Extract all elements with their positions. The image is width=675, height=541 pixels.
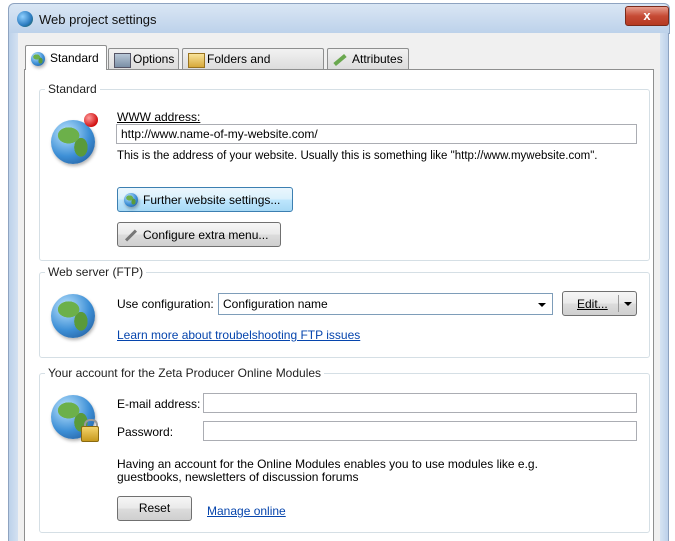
configuration-select[interactable]: Configuration name bbox=[218, 293, 553, 315]
configure-extra-menu-button[interactable]: Configure extra menu... bbox=[117, 222, 281, 247]
account-group-legend: Your account for the Zeta Producer Onlin… bbox=[45, 366, 325, 380]
manage-online-link[interactable]: Manage online bbox=[207, 504, 286, 518]
options-icon bbox=[114, 53, 131, 68]
www-address-hint: This is the address of your website. Usu… bbox=[117, 150, 598, 162]
configure-extra-menu-label: Configure extra menu... bbox=[143, 228, 269, 242]
edit-split-button[interactable]: Edit... bbox=[562, 291, 637, 316]
chevron-down-icon[interactable] bbox=[624, 302, 632, 306]
email-label: E-mail address: bbox=[117, 397, 201, 411]
lock-icon bbox=[81, 426, 99, 442]
tab-options-label: Options bbox=[133, 52, 175, 66]
tab-attributes[interactable]: Attributes bbox=[327, 48, 409, 69]
further-website-settings-button[interactable]: Further website settings... bbox=[117, 187, 293, 212]
globe-icon bbox=[31, 52, 45, 66]
ftp-group-legend: Web server (FTP) bbox=[45, 265, 147, 279]
app-globe-icon bbox=[17, 11, 33, 27]
ftp-troubleshooting-link[interactable]: Learn more about troubelshooting FTP iss… bbox=[117, 328, 360, 342]
tab-options[interactable]: Options bbox=[108, 48, 179, 69]
globe-icon bbox=[124, 193, 138, 207]
configuration-select-value: Configuration name bbox=[223, 297, 328, 311]
tab-folders-and-templates[interactable]: Folders and templates bbox=[182, 48, 324, 87]
split-divider bbox=[618, 295, 619, 312]
edit-button-label: Edit... bbox=[577, 297, 608, 311]
tab-attributes-label: Attributes bbox=[352, 52, 403, 66]
www-address-input[interactable]: http://www.name-of-my-website.com/ bbox=[116, 124, 637, 144]
reset-button[interactable]: Reset bbox=[117, 496, 192, 521]
folders-icon bbox=[188, 53, 205, 68]
window-title: Web project settings bbox=[39, 12, 157, 27]
tab-standard-label: Standard bbox=[50, 51, 99, 65]
password-label: Password: bbox=[117, 425, 174, 439]
password-field[interactable] bbox=[203, 421, 637, 441]
chevron-down-icon bbox=[538, 303, 546, 307]
globe-icon bbox=[51, 294, 95, 338]
www-address-label: WWW address: bbox=[117, 110, 201, 124]
wrench-icon bbox=[124, 229, 138, 242]
account-info-text: Having an account for the Online Modules… bbox=[117, 457, 538, 484]
ftp-group bbox=[39, 272, 650, 358]
window-frame-right bbox=[660, 33, 669, 541]
tab-standard[interactable]: Standard bbox=[25, 45, 107, 70]
close-button[interactable]: x bbox=[625, 6, 669, 26]
location-pin-icon bbox=[84, 113, 98, 127]
standard-group-legend: Standard bbox=[45, 82, 100, 96]
further-website-settings-label: Further website settings... bbox=[143, 193, 281, 207]
email-field[interactable] bbox=[203, 393, 637, 413]
title-bar[interactable]: Web project settings x bbox=[8, 3, 670, 34]
attributes-icon bbox=[333, 53, 347, 67]
use-configuration-label: Use configuration: bbox=[117, 297, 214, 311]
